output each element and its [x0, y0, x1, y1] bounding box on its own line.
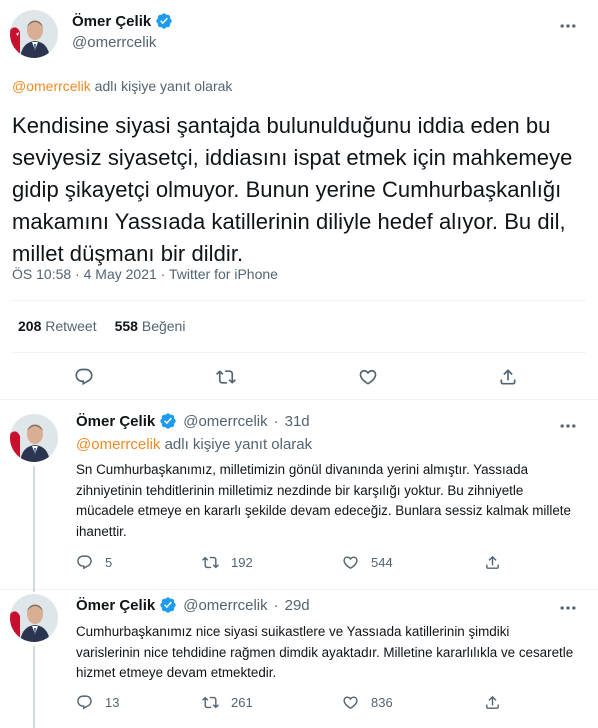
- tweet-meta: ÖS 10:58 · 4 May 2021 · Twitter for iPho…: [12, 266, 278, 282]
- like-count: 544: [371, 555, 393, 570]
- more-icon: [560, 424, 576, 428]
- retweet-icon: [216, 370, 236, 384]
- replying-to: @omerrcelik adlı kişiye yanıt olarak: [76, 436, 312, 453]
- retweet-stat[interactable]: 208 Retweet: [18, 318, 97, 334]
- author-name[interactable]: Ömer Çelik: [76, 413, 155, 430]
- reply-icon: [75, 368, 93, 386]
- verified-badge-icon: [155, 12, 173, 30]
- reply-header: Ömer Çelik @omerrcelik · 31d: [76, 412, 310, 430]
- tweet-age[interactable]: 31d: [285, 413, 310, 430]
- like-button[interactable]: 836: [342, 694, 393, 711]
- share-button[interactable]: [484, 554, 501, 571]
- retweet-icon: [202, 556, 219, 569]
- like-button[interactable]: [358, 367, 378, 387]
- author-handle[interactable]: @omerrcelik: [72, 34, 173, 51]
- verified-badge-icon: [159, 412, 177, 430]
- tweet-date[interactable]: 4 May 2021: [84, 266, 157, 282]
- more-icon: [560, 606, 576, 610]
- reply-header: Ömer Çelik @omerrcelik · 29d: [76, 596, 310, 614]
- retweet-icon: [202, 696, 219, 709]
- share-icon: [486, 695, 499, 709]
- reply-suffix: adlı kişiye yanıt olarak: [164, 436, 313, 453]
- share-icon: [500, 369, 516, 385]
- avatar-photo-icon: [10, 10, 58, 58]
- like-count: 836: [371, 695, 393, 710]
- divider: [12, 300, 586, 301]
- tweet-text: Kendisine siyasi şantajda bulunulduğunu …: [12, 113, 573, 266]
- main-tweet: Ömer Çelik @omerrcelik @omerrcelik adlı …: [0, 0, 598, 400]
- author-avatar[interactable]: [10, 10, 58, 58]
- author-info: Ömer Çelik @omerrcelik: [72, 12, 173, 51]
- main-action-bar: [0, 362, 598, 392]
- tweet-source[interactable]: Twitter for iPhone: [169, 266, 278, 282]
- author-avatar[interactable]: [10, 594, 58, 642]
- reply-count: 13: [105, 695, 120, 710]
- avatar-photo-icon: [10, 414, 58, 462]
- thread-connector: [33, 590, 35, 592]
- reply-button[interactable]: 13: [76, 694, 119, 711]
- reply-icon: [77, 555, 92, 570]
- retweet-count: 192: [231, 555, 253, 570]
- like-stat[interactable]: 558 Beğeni: [115, 318, 186, 334]
- more-options-button[interactable]: [556, 414, 580, 438]
- more-icon: [560, 24, 576, 28]
- retweet-button[interactable]: [216, 367, 236, 387]
- share-icon: [486, 555, 499, 569]
- reply-tweet[interactable]: Ömer Çelik @omerrcelik · 29d Cumhurbaşka…: [0, 590, 598, 728]
- reply-mention-link[interactable]: @omerrcelik: [12, 78, 91, 94]
- replying-to: @omerrcelik adlı kişiye yanıt olarak: [12, 78, 232, 94]
- tweet-time[interactable]: ÖS 10:58: [12, 266, 71, 282]
- reply-suffix: adlı kişiye yanıt olarak: [94, 78, 233, 94]
- more-options-button[interactable]: [556, 14, 580, 38]
- reply-mention-link[interactable]: @omerrcelik: [76, 436, 160, 453]
- reply-count: 5: [105, 555, 113, 570]
- author-avatar[interactable]: [10, 414, 58, 462]
- tweet-text: Cumhurbaşkanımız nice siyasi suikastlere…: [76, 624, 574, 680]
- retweet-button[interactable]: 261: [202, 694, 253, 711]
- reply-button[interactable]: [74, 367, 94, 387]
- engagement-stats: 208 Retweet 558 Beğeni: [18, 318, 185, 334]
- heart-icon: [343, 696, 358, 709]
- author-handle[interactable]: @omerrcelik: [183, 597, 267, 614]
- like-button[interactable]: 544: [342, 554, 393, 571]
- reply-button[interactable]: 5: [76, 554, 112, 571]
- author-name[interactable]: Ömer Çelik: [76, 597, 155, 614]
- share-button[interactable]: [484, 694, 501, 711]
- thread-connector: [33, 646, 35, 728]
- verified-badge-icon: [159, 596, 177, 614]
- retweet-button[interactable]: 192: [202, 554, 253, 571]
- avatar-photo-icon: [10, 594, 58, 642]
- reply-action-bar: 13 261 836: [0, 694, 598, 714]
- share-button[interactable]: [498, 367, 518, 387]
- tweet-age[interactable]: 29d: [285, 597, 310, 614]
- reply-tweet[interactable]: Ömer Çelik @omerrcelik · 31d @omerrcelik…: [0, 400, 598, 590]
- author-handle[interactable]: @omerrcelik: [183, 413, 267, 430]
- more-options-button[interactable]: [556, 596, 580, 620]
- reply-action-bar: 5 192 544: [0, 554, 598, 574]
- retweet-count: 261: [231, 695, 253, 710]
- tweet-text: Sn Cumhurbaşkanımız, milletimizin gönül …: [76, 462, 571, 539]
- divider: [12, 352, 586, 353]
- author-name[interactable]: Ömer Çelik: [72, 13, 151, 30]
- heart-icon: [359, 369, 377, 385]
- heart-icon: [343, 556, 358, 569]
- reply-icon: [77, 695, 92, 710]
